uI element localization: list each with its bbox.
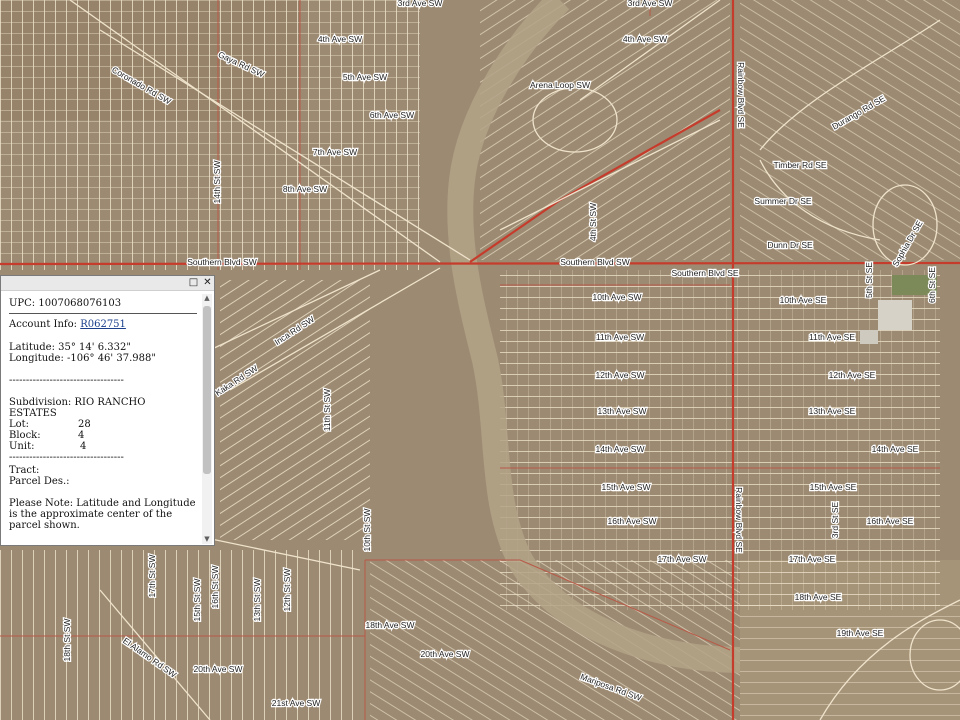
road-label: 13th Ave SW xyxy=(598,406,647,416)
road-label: 5th Ave SW xyxy=(343,72,387,82)
road-label: 10th Ave SW xyxy=(593,292,642,302)
latitude-value: 35° 14' 6.332" xyxy=(58,342,131,353)
close-icon[interactable]: ✕ xyxy=(202,277,213,288)
unit-row: Unit: 4 xyxy=(9,441,199,452)
latitude-row: Latitude: 35° 14' 6.332" xyxy=(9,342,199,353)
road-label: 18th Ave SE xyxy=(795,592,842,602)
road-label: 11th Ave SW xyxy=(596,332,644,342)
road-label: 4th Ave SW xyxy=(318,34,362,44)
road-label: 17th Ave SE xyxy=(789,554,836,564)
account-row: Account Info: R062751 xyxy=(9,319,199,330)
unit-label: Unit: xyxy=(9,441,35,452)
road-label: 3rd Ave SW xyxy=(628,0,673,8)
road-label: 3rd St SE xyxy=(830,501,840,538)
road-label: 18th Ave SW xyxy=(366,620,415,630)
road-label: 20th Ave SW xyxy=(194,664,243,674)
popup-scrollbar[interactable]: ▲ ▼ xyxy=(202,294,212,544)
road-label: 6th Ave SW xyxy=(370,110,414,120)
road-label: 13th St SW xyxy=(252,579,262,622)
separator-text: ---------------------------------- xyxy=(9,452,124,463)
road-label: 5th St SE xyxy=(864,262,874,298)
road-label: 17th Ave SW xyxy=(658,554,707,564)
road-label: 11th Ave SE xyxy=(809,332,855,342)
block-label: Block: xyxy=(9,430,41,441)
lot-row: Lot: 28 xyxy=(9,419,199,430)
popup-titlebar: □ ✕ xyxy=(1,276,214,291)
tract-label: Tract: xyxy=(9,465,40,476)
road-label: 14th Ave SE xyxy=(872,444,919,454)
longitude-label: Longitude: xyxy=(9,353,64,364)
popup-divider xyxy=(9,313,197,314)
latitude-label: Latitude: xyxy=(9,342,55,353)
road-label: 3rd Ave SW xyxy=(398,0,443,8)
road-label: 11th St SW xyxy=(322,389,332,431)
scroll-up-icon[interactable]: ▲ xyxy=(202,294,212,303)
block-value: 4 xyxy=(78,430,85,441)
road-label: Southern Blvd SW xyxy=(187,257,256,267)
road-label: 16th St SW xyxy=(210,566,220,609)
upc-label: UPC: xyxy=(9,298,36,309)
road-label: Southern Blvd SW xyxy=(560,257,629,267)
road-label: 8th Ave SW xyxy=(283,184,327,194)
road-label: 13th Ave SE xyxy=(809,406,856,416)
road-label: 16th Ave SE xyxy=(867,516,914,526)
road-label: Summer Dr SE xyxy=(754,196,811,206)
road-label: 7th Ave SW xyxy=(313,147,357,157)
road-label: 4th Ave SW xyxy=(623,34,667,44)
road-label: 6th St SE xyxy=(927,267,937,303)
road-label: 12th Ave SW xyxy=(596,370,645,380)
road-label: 14th St SW xyxy=(212,161,222,204)
road-label: Southern Blvd SE xyxy=(671,268,738,278)
unit-value: 4 xyxy=(80,441,87,452)
road-label: Dunn Dr SE xyxy=(767,240,813,250)
road-label: 15th Ave SW xyxy=(602,482,651,492)
account-link[interactable]: R062751 xyxy=(80,319,126,330)
separator-text: ---------------------------------- xyxy=(9,375,124,386)
lot-value: 28 xyxy=(78,419,91,430)
road-label: 12th St SW xyxy=(282,569,292,612)
block-row: Block: 4 xyxy=(9,430,199,441)
upc-row: UPC: 1007068076103 xyxy=(9,298,199,309)
account-label: Account Info: xyxy=(9,319,78,330)
road-label: Timber Rd SE xyxy=(773,160,826,170)
road-label: Rainbow Blvd SE xyxy=(736,62,746,128)
lot-label: Lot: xyxy=(9,419,30,430)
road-label: 20th Ave SW xyxy=(421,649,470,659)
scroll-down-icon[interactable]: ▼ xyxy=(202,535,212,544)
road-label: 18th St SW xyxy=(62,619,72,662)
popup-content: UPC: 1007068076103 Account Info: R062751… xyxy=(9,298,199,531)
road-label: Rainbow Blvd SE xyxy=(734,487,744,553)
road-label: 12th Ave SE xyxy=(829,370,876,380)
parcel-info-popup[interactable]: □ ✕ UPC: 1007068076103 Account Info: R06… xyxy=(0,275,215,546)
maximize-icon[interactable]: □ xyxy=(188,277,199,288)
road-label: 16th Ave SW xyxy=(608,516,657,526)
road-label: 21st Ave SW xyxy=(272,698,321,708)
scroll-thumb[interactable] xyxy=(203,306,211,474)
road-label: 17th St SW xyxy=(147,555,157,598)
subdivision-row: Subdivision: RIO RANCHO ESTATES xyxy=(9,397,159,419)
road-label: 10th St SW xyxy=(362,509,372,552)
longitude-row: Longitude: -106° 46' 37.988" xyxy=(9,353,199,364)
upc-value: 1007068076103 xyxy=(38,298,122,309)
road-label: 4th St SW xyxy=(588,203,598,241)
road-label: 15th St SW xyxy=(192,579,202,622)
parcel-des-label: Parcel Des.: xyxy=(9,476,70,487)
road-label: 15th Ave SE xyxy=(810,482,857,492)
road-label: Arena Loop SW xyxy=(530,80,590,90)
note-text: Please Note: Latitude and Longitude is t… xyxy=(9,498,196,531)
road-label: 10th Ave SE xyxy=(780,295,827,305)
road-label: 14th Ave SW xyxy=(596,444,645,454)
subdivision-label: Subdivision: xyxy=(9,397,72,408)
road-label: 19th Ave SE xyxy=(837,628,884,638)
longitude-value: -106° 46' 37.988" xyxy=(67,353,156,364)
